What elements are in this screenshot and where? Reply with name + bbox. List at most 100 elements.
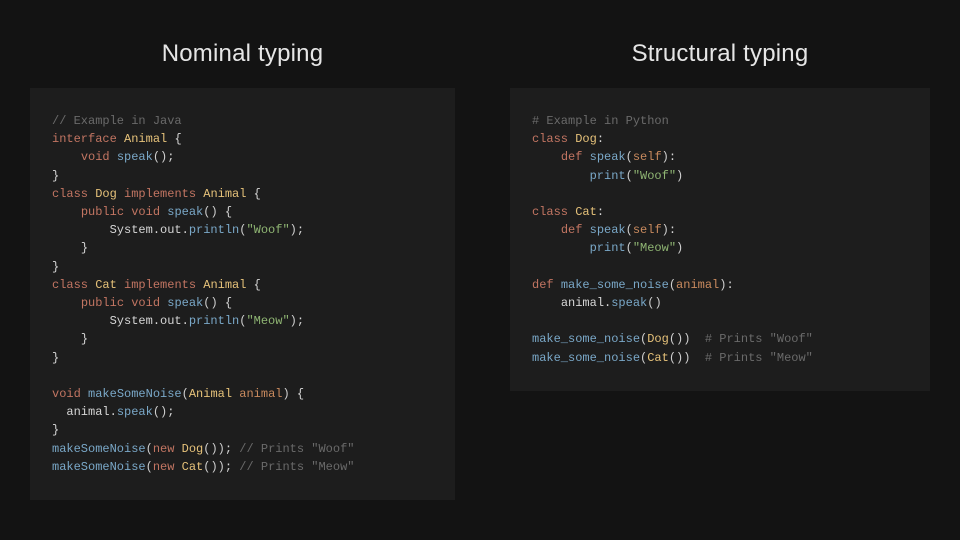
parens: () [203,205,217,219]
kw-public: public [81,296,124,310]
kw-new: new [153,442,175,456]
semi: ; [297,314,304,328]
semi: ; [297,223,304,237]
kw-def: def [561,150,583,164]
system-out: System.out. [110,314,189,328]
kw-implements: implements [124,278,196,292]
parens: () [153,405,167,419]
fn-speak: speak [167,205,203,219]
paren: ( [182,387,189,401]
parens: () [153,150,167,164]
type-dog: Dog [647,332,669,346]
fn-print: print [590,169,626,183]
paren: ( [146,442,153,456]
comment-line: // Example in Java [52,114,182,128]
kw-new: new [153,460,175,474]
fn-makesomenoise: makeSomeNoise [52,442,146,456]
kw-interface: interface [52,132,117,146]
kw-implements: implements [124,187,196,201]
comment-line: # Prints "Meow" [705,351,813,365]
brace: } [52,423,59,437]
brace: { [254,187,261,201]
parens: () [203,296,217,310]
comment-line: # Example in Python [532,114,669,128]
type-dog: Dog [95,187,117,201]
kw-void: void [52,387,81,401]
paren: ) [676,169,683,183]
paren: ) [290,314,297,328]
paren: ( [626,223,633,237]
type-cat: Cat [647,351,669,365]
paren: ( [626,150,633,164]
colon: : [597,132,604,146]
brace: } [52,351,59,365]
java-code-block: // Example in Java interface Animal { vo… [30,88,455,500]
parens: () [203,460,217,474]
paren: ( [626,169,633,183]
type-dog: Dog [182,442,204,456]
type-animal: Animal [124,132,167,146]
fn-makesomenoise: makeSomeNoise [52,460,146,474]
fn-print: print [590,241,626,255]
fn-make-some-noise: make_some_noise [532,351,640,365]
comment-line: // Prints "Woof" [239,442,354,456]
fn-speak: speak [167,296,203,310]
brace: { [225,296,232,310]
type-dog: Dog [575,132,597,146]
fn-println: println [189,223,239,237]
type-cat: Cat [95,278,117,292]
paren: ) [683,332,690,346]
kw-void: void [81,150,110,164]
type-cat: Cat [182,460,204,474]
kw-class: class [52,187,88,201]
brace: { [254,278,261,292]
kw-void: void [131,296,160,310]
fn-speak: speak [590,150,626,164]
kw-public: public [81,205,124,219]
fn-speak: speak [117,150,153,164]
brace: } [81,332,88,346]
str-woof: "Woof" [246,223,289,237]
brace: } [52,260,59,274]
slide: Nominal typing // Example in Java interf… [0,0,960,540]
python-code-block: # Example in Python class Dog: def speak… [510,88,930,391]
fn-make-some-noise: make_some_noise [561,278,669,292]
kw-def: def [561,223,583,237]
type-animal: Animal [203,278,246,292]
structural-heading: Structural typing [632,40,809,68]
var-animal: animal [66,405,109,419]
semi: ; [167,150,174,164]
semi: ; [225,460,232,474]
paren: ) [662,223,669,237]
parens: () [669,351,683,365]
dot: . [110,405,117,419]
paren: ) [662,150,669,164]
str-meow: "Meow" [246,314,289,328]
type-animal: Animal [203,187,246,201]
paren: ) [218,442,225,456]
kw-class: class [532,132,568,146]
brace: { [225,205,232,219]
parens: () [647,296,661,310]
brace: } [52,169,59,183]
brace: } [81,241,88,255]
kw-def: def [532,278,554,292]
str-meow: "Meow" [633,241,676,255]
comment-line: // Prints "Meow" [239,460,354,474]
arg-animal: animal [676,278,719,292]
comment-line: # Prints "Woof" [705,332,813,346]
brace: { [174,132,181,146]
nominal-heading: Nominal typing [162,40,324,68]
system-out: System.out. [110,223,189,237]
paren: ( [669,278,676,292]
structural-column: Structural typing # Example in Python cl… [510,40,930,510]
str-woof: "Woof" [633,169,676,183]
semi: ; [225,442,232,456]
var-animal: animal [239,387,282,401]
colon: : [726,278,733,292]
kw-class: class [52,278,88,292]
colon: : [597,205,604,219]
colon: : [669,150,676,164]
kw-void: void [131,205,160,219]
arg-self: self [633,223,662,237]
